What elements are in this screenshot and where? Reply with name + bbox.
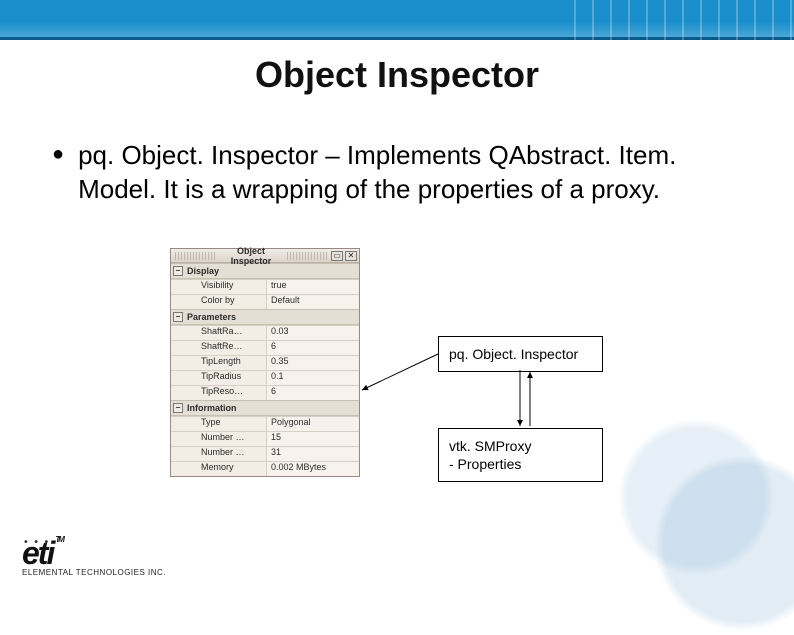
logo: • • • etiTM ELEMENTAL TECHNOLOGIES INC. — [22, 535, 166, 577]
section-title: Display — [187, 266, 219, 276]
property-name: ShaftRe… — [171, 341, 266, 355]
property-value[interactable]: 15 — [266, 432, 359, 446]
property-name: Number … — [171, 447, 266, 461]
property-value[interactable]: 0.03 — [266, 326, 359, 340]
close-icon[interactable]: ✕ — [345, 251, 357, 261]
section-title: Parameters — [187, 312, 236, 322]
box-label-line1: vtk. SMProxy — [449, 437, 592, 455]
header-bar — [0, 0, 794, 40]
property-name: Number … — [171, 432, 266, 446]
property-value[interactable]: Default — [266, 295, 359, 309]
property-row[interactable]: TipReso… 6 — [171, 385, 359, 400]
property-value[interactable]: 0.002 MBytes — [266, 462, 359, 476]
diagram-box-pqobjectinspector: pq. Object. Inspector — [438, 336, 603, 372]
section-header-information[interactable]: − Information — [171, 400, 359, 416]
bullet-block: ● pq. Object. Inspector – Implements QAb… — [52, 138, 734, 206]
section-header-parameters[interactable]: − Parameters — [171, 309, 359, 325]
property-row[interactable]: ShaftRe… 6 — [171, 340, 359, 355]
collapse-icon[interactable]: − — [173, 312, 183, 322]
property-value[interactable]: 0.35 — [266, 356, 359, 370]
property-name: ShaftRa… — [171, 326, 266, 340]
decorative-background — [604, 405, 794, 635]
property-value[interactable]: true — [266, 280, 359, 294]
bullet-text: pq. Object. Inspector – Implements QAbst… — [78, 138, 734, 206]
property-row[interactable]: Memory 0.002 MBytes — [171, 461, 359, 476]
property-name: TipLength — [171, 356, 266, 370]
maximize-icon[interactable]: ▭ — [331, 251, 343, 261]
property-row[interactable]: Color by Default — [171, 294, 359, 309]
inspector-titlebar[interactable]: Object Inspector ▭ ✕ — [171, 249, 359, 263]
property-name: Visibility — [171, 280, 266, 294]
bullet-dot: ● — [52, 138, 64, 206]
property-row[interactable]: TipRadius 0.1 — [171, 370, 359, 385]
object-inspector-panel: Object Inspector ▭ ✕ − Display Visibilit… — [170, 248, 360, 477]
property-name: Color by — [171, 295, 266, 309]
logo-mark: • • • etiTM — [22, 535, 63, 571]
page-title: Object Inspector — [0, 54, 794, 96]
box-label-line2: - Properties — [449, 455, 592, 473]
property-row[interactable]: ShaftRa… 0.03 — [171, 325, 359, 340]
property-name: Memory — [171, 462, 266, 476]
property-value[interactable]: 6 — [266, 341, 359, 355]
property-name: Type — [171, 417, 266, 431]
box-label: pq. Object. Inspector — [449, 346, 578, 362]
diagram-box-vtksmproxy: vtk. SMProxy - Properties — [438, 428, 603, 482]
collapse-icon[interactable]: − — [173, 266, 183, 276]
property-name: TipRadius — [171, 371, 266, 385]
collapse-icon[interactable]: − — [173, 403, 183, 413]
inspector-title: Object Inspector — [219, 246, 283, 266]
section-title: Information — [187, 403, 237, 413]
property-value[interactable]: 6 — [266, 386, 359, 400]
titlebar-grip-right — [287, 252, 327, 260]
property-row[interactable]: Number … 31 — [171, 446, 359, 461]
property-row[interactable]: TipLength 0.35 — [171, 355, 359, 370]
logo-tm: TM — [55, 535, 63, 544]
property-name: TipReso… — [171, 386, 266, 400]
property-row[interactable]: Type Polygonal — [171, 416, 359, 431]
property-value[interactable]: Polygonal — [266, 417, 359, 431]
property-row[interactable]: Number … 15 — [171, 431, 359, 446]
property-value[interactable]: 31 — [266, 447, 359, 461]
titlebar-grip-left — [175, 252, 215, 260]
property-row[interactable]: Visibility true — [171, 279, 359, 294]
property-value[interactable]: 0.1 — [266, 371, 359, 385]
